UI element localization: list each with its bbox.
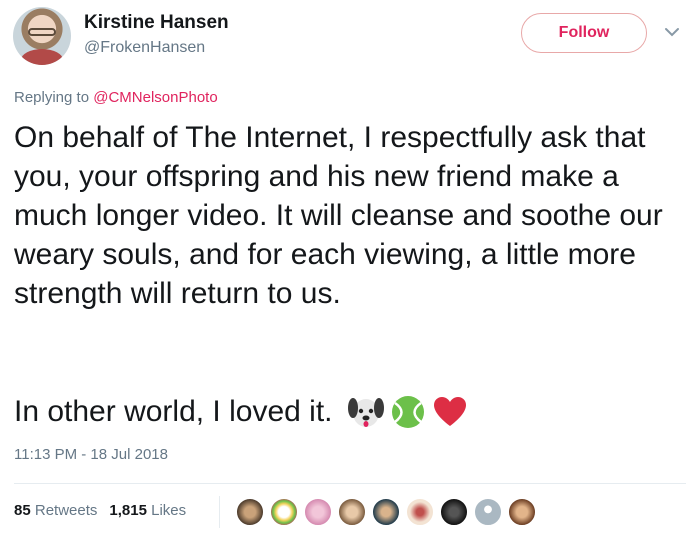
- retweets-count: 85: [14, 502, 31, 519]
- tweet-line2-text: In other world, I loved it.: [14, 395, 333, 428]
- reply-context: Replying to @CMNelsonPhoto: [14, 89, 218, 106]
- liker-avatar[interactable]: [439, 497, 469, 527]
- follow-button[interactable]: Follow: [521, 13, 647, 53]
- dog-face-icon: [347, 393, 385, 431]
- user-name[interactable]: Kirstine Hansen: [84, 12, 229, 34]
- liker-avatar[interactable]: [235, 497, 265, 527]
- likes-count: 1,815: [109, 502, 147, 519]
- tweet-timestamp[interactable]: 11:13 PM - 18 Jul 2018: [14, 446, 168, 463]
- stats-divider: [219, 496, 220, 528]
- reply-prefix: Replying to: [14, 89, 94, 106]
- tweet-text: On behalf of The Internet, I respectfull…: [14, 121, 663, 310]
- avatar[interactable]: [13, 7, 71, 65]
- divider: [14, 483, 686, 484]
- liker-avatar[interactable]: [473, 497, 503, 527]
- tennis-ball-icon: [389, 393, 427, 431]
- red-heart-icon: [431, 393, 469, 431]
- liker-avatar[interactable]: [507, 497, 537, 527]
- retweets-label: Retweets: [34, 502, 98, 519]
- chevron-down-icon[interactable]: [664, 26, 680, 38]
- likes-stat[interactable]: 1,815 Likes: [109, 502, 186, 519]
- liker-avatar[interactable]: [269, 497, 299, 527]
- liker-avatar[interactable]: [303, 497, 333, 527]
- retweets-stat[interactable]: 85 Retweets: [14, 502, 97, 519]
- liker-avatar[interactable]: [337, 497, 367, 527]
- tweet-stats: 85 Retweets 1,815 Likes: [14, 502, 186, 519]
- avatar-glasses: [28, 28, 56, 36]
- liker-avatar[interactable]: [371, 497, 401, 527]
- tweet-text-line2: In other world, I loved it.: [14, 392, 469, 431]
- likes-label: Likes: [151, 502, 187, 519]
- reply-mention-link[interactable]: @CMNelsonPhoto: [93, 89, 217, 106]
- liker-avatar[interactable]: [405, 497, 435, 527]
- avatar-shirt: [21, 49, 63, 65]
- user-handle[interactable]: @FrokenHansen: [84, 39, 205, 57]
